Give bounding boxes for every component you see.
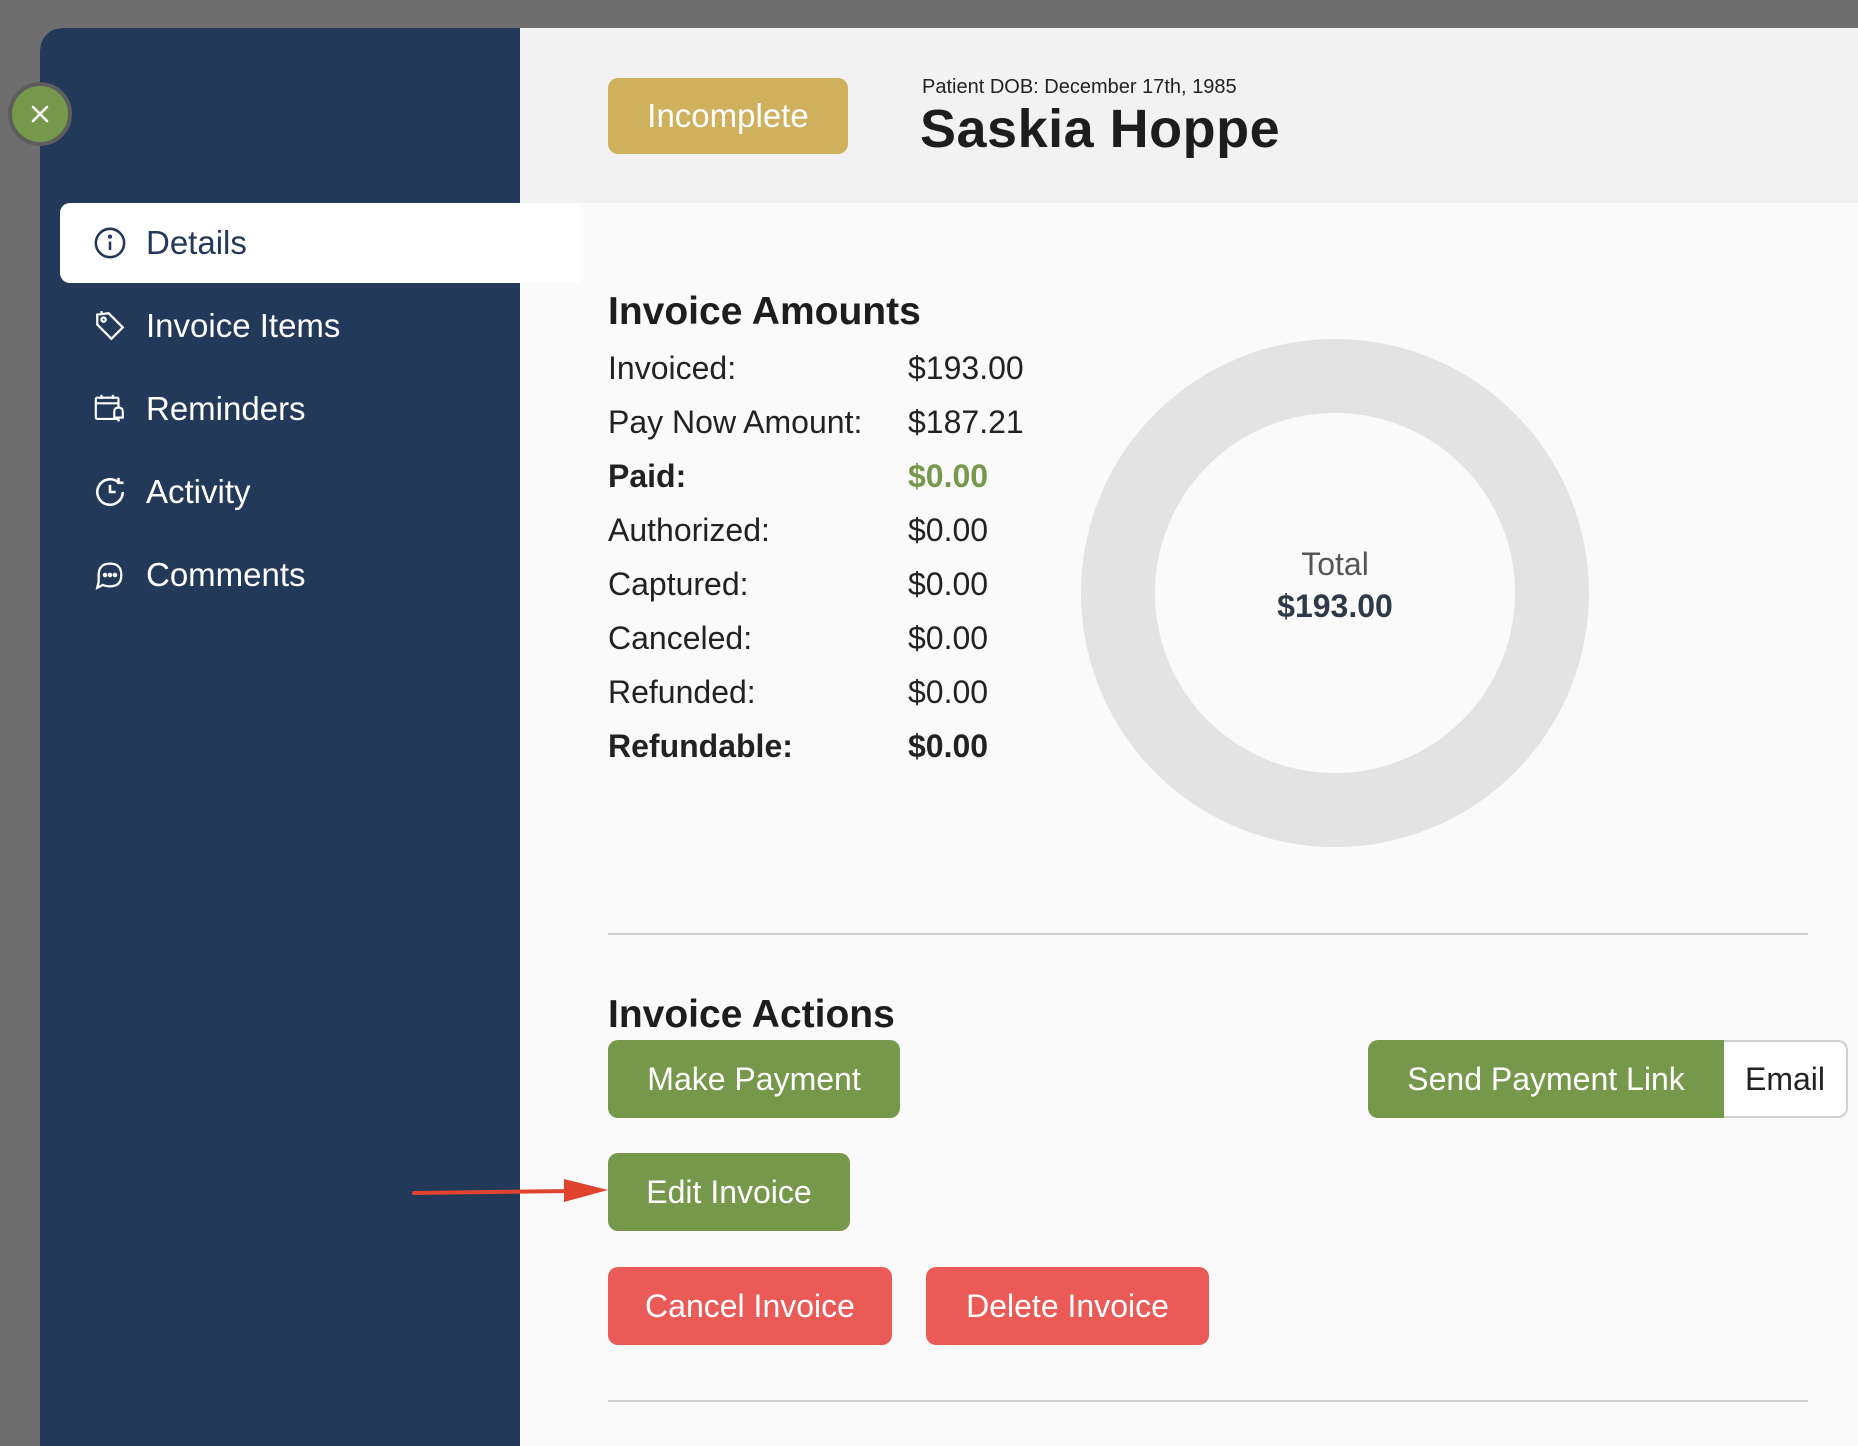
amount-row-refunded: Refunded: $0.00	[608, 673, 989, 710]
clock-icon	[92, 474, 128, 510]
sidebar-item-invoice-items[interactable]: Invoice Items	[60, 286, 580, 366]
close-button[interactable]	[8, 82, 72, 146]
invoice-header: Incomplete Patient DOB: December 17th, 1…	[520, 28, 1858, 203]
amount-row-canceled: Canceled: $0.00	[608, 619, 989, 656]
sidebar-item-activity[interactable]: Activity	[60, 452, 580, 532]
patient-name: Saskia Hoppe	[920, 99, 1281, 159]
main-panel: Incomplete Patient DOB: December 17th, 1…	[520, 28, 1858, 1446]
invoice-amounts-list: Invoiced: $193.00 Pay Now Amount: $187.2…	[608, 341, 1024, 773]
invoice-actions-title: Invoice Actions	[608, 993, 895, 1036]
email-option-button[interactable]: Email	[1724, 1040, 1848, 1118]
make-payment-button[interactable]: Make Payment	[608, 1040, 900, 1118]
send-payment-link-button[interactable]: Send Payment Link	[1368, 1040, 1724, 1118]
sidebar-item-label: Details	[146, 224, 247, 261]
amount-row-invoiced: Invoiced: $193.00	[608, 349, 1024, 386]
close-icon	[31, 105, 49, 123]
chat-icon	[92, 557, 128, 593]
sidebar: Details Invoice Items Reminders Activity…	[40, 28, 580, 1446]
patient-dob: Patient DOB: December 17th, 1985	[922, 76, 1237, 98]
donut-total-label: Total	[1301, 546, 1369, 582]
invoice-modal: Details Invoice Items Reminders Activity…	[40, 28, 1858, 1446]
amount-row-refundable: Refundable: $0.00	[608, 727, 989, 764]
info-icon	[92, 225, 128, 261]
amount-row-paid: Paid: $0.00	[608, 457, 989, 494]
donut-total-value: $193.00	[1277, 588, 1393, 624]
amount-row-authorized: Authorized: $0.00	[608, 511, 989, 548]
annotation-arrow-icon	[412, 1179, 608, 1202]
invoice-amounts-title: Invoice Amounts	[608, 290, 921, 333]
amount-row-pay-now: Pay Now Amount: $187.21	[608, 403, 1024, 440]
send-payment-link-group: Send Payment Link Email	[1368, 1040, 1848, 1118]
sidebar-item-comments[interactable]: Comments	[60, 535, 580, 615]
sidebar-item-label: Activity	[146, 473, 251, 510]
status-badge: Incomplete	[608, 78, 848, 154]
sidebar-item-reminders[interactable]: Reminders	[60, 369, 580, 449]
tag-icon	[92, 308, 128, 344]
cancel-invoice-button[interactable]: Cancel Invoice	[608, 1267, 892, 1345]
section-divider	[608, 1400, 1808, 1402]
sidebar-item-label: Invoice Items	[146, 307, 341, 344]
amount-row-captured: Captured: $0.00	[608, 565, 989, 602]
section-divider	[608, 933, 1808, 935]
calendar-bell-icon	[92, 391, 128, 427]
delete-invoice-button[interactable]: Delete Invoice	[926, 1267, 1209, 1345]
edit-invoice-button[interactable]: Edit Invoice	[608, 1153, 850, 1231]
sidebar-item-label: Reminders	[146, 390, 306, 427]
sidebar-item-label: Comments	[146, 556, 306, 593]
sidebar-item-details[interactable]: Details	[60, 203, 580, 283]
